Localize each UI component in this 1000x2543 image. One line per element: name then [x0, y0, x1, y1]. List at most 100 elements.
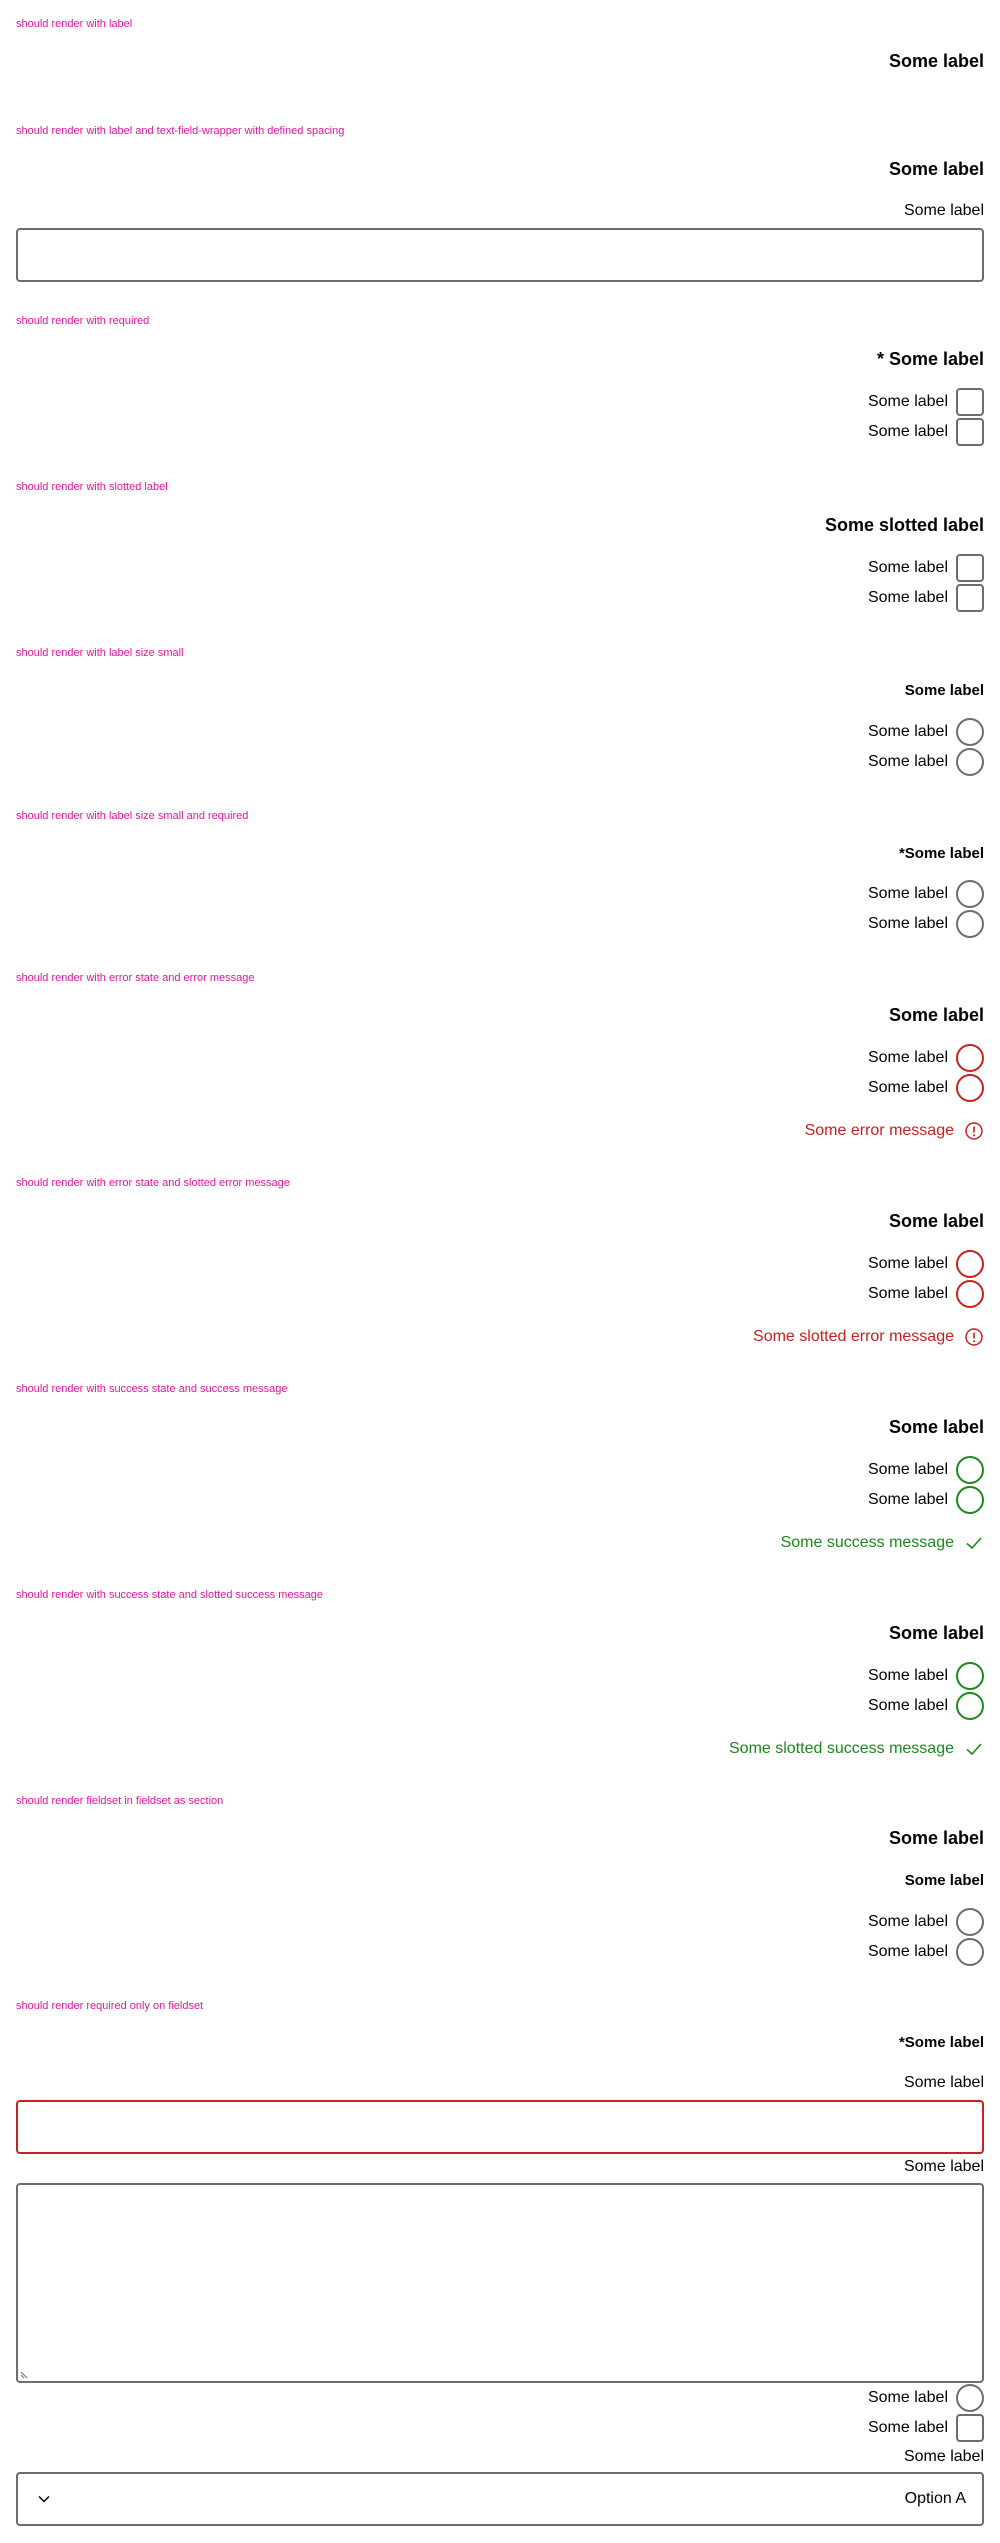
radio-button[interactable] [956, 1044, 984, 1072]
error-message: Some error message [805, 1119, 984, 1143]
radio-option[interactable]: Some label [868, 1044, 984, 1072]
chevron-down-icon [38, 2495, 50, 2503]
fieldset-legend: *Some label [898, 2034, 984, 2051]
fieldset-legend: Some label [888, 1828, 984, 1848]
radio-button[interactable] [956, 910, 984, 938]
radio-button[interactable] [956, 1692, 984, 1720]
radio-label: Some label [867, 1913, 948, 1930]
case-caption: should render with label size small and … [16, 810, 249, 822]
error-message-slotted: Some slotted error message [753, 1325, 984, 1349]
radio-option[interactable]: Some label [868, 748, 984, 776]
checkbox-label: Some label [867, 2419, 948, 2436]
radio-option[interactable]: Some label [868, 1908, 984, 1936]
success-message-slotted: Some slotted success message [729, 1737, 984, 1761]
fieldset-legend: Some label [904, 682, 984, 699]
textarea-input[interactable] [16, 2183, 984, 2383]
radio-option[interactable]: Some label [868, 2384, 984, 2412]
radio-button[interactable] [956, 1908, 984, 1936]
checkbox[interactable] [956, 2414, 984, 2442]
success-message-text: Some success message [780, 1534, 954, 1551]
radio-option[interactable]: Some label [868, 1456, 984, 1484]
select-label: Some label [903, 2448, 984, 2465]
checkbox[interactable] [956, 554, 984, 582]
radio-label: Some label [867, 1285, 948, 1302]
case-caption: should render with label [16, 18, 133, 30]
checkbox-option[interactable]: Some label [868, 388, 984, 416]
resize-grip-icon[interactable] [20, 2369, 30, 2379]
radio-button[interactable] [956, 1938, 984, 1966]
case-caption: should render with label size small [16, 647, 184, 659]
radio-label: Some label [867, 885, 948, 902]
select-value: Option A [904, 2490, 966, 2507]
case-caption: should render with required [16, 315, 150, 327]
nested-fieldset-legend: Some label [904, 1872, 984, 1889]
radio-button[interactable] [956, 1456, 984, 1484]
radio-button[interactable] [956, 2384, 984, 2412]
radio-button[interactable] [956, 1486, 984, 1514]
radio-label: Some label [867, 1697, 948, 1714]
exclamation-circle-icon [965, 1122, 983, 1140]
radio-label: Some label [867, 1943, 948, 1960]
case-caption: should render with label and text-field-… [16, 125, 345, 137]
radio-option[interactable]: Some label [868, 1250, 984, 1278]
success-message-text: Some slotted success message [729, 1740, 954, 1757]
fieldset-legend: * Some label [876, 349, 984, 369]
success-message: Some success message [781, 1531, 984, 1555]
text-field-label: Some label [903, 202, 984, 219]
radio-label: Some label [867, 1461, 948, 1478]
radio-option[interactable]: Some label [868, 1486, 984, 1514]
radio-button[interactable] [956, 1074, 984, 1102]
radio-option[interactable]: Some label [868, 1938, 984, 1966]
radio-option[interactable]: Some label [868, 718, 984, 746]
radio-label: Some label [867, 723, 948, 740]
fieldset-legend: Some label [888, 1005, 984, 1025]
radio-option[interactable]: Some label [868, 1074, 984, 1102]
checkbox[interactable] [956, 418, 984, 446]
checkmark-icon [966, 1743, 982, 1756]
radio-label: Some label [867, 753, 948, 770]
checkmark-icon [966, 1537, 982, 1550]
case-caption: should render with success state and suc… [16, 1383, 288, 1395]
checkbox-label: Some label [867, 393, 948, 410]
radio-option[interactable]: Some label [868, 1280, 984, 1308]
fieldset-legend-slotted: Some slotted label [824, 515, 984, 535]
radio-button[interactable] [956, 748, 984, 776]
error-message-text: Some error message [804, 1122, 954, 1139]
case-caption: should render with error state and error… [16, 972, 255, 984]
text-field-input[interactable] [16, 228, 984, 282]
text-field-label: Some label [903, 2074, 984, 2091]
radio-option[interactable]: Some label [868, 880, 984, 908]
error-message-text: Some slotted error message [753, 1328, 954, 1345]
fieldset-legend: *Some label [898, 845, 984, 862]
radio-option[interactable]: Some label [868, 1662, 984, 1690]
checkbox[interactable] [956, 584, 984, 612]
exclamation-circle-icon [965, 1328, 983, 1346]
checkbox[interactable] [956, 388, 984, 416]
radio-option[interactable]: Some label [868, 910, 984, 938]
checkbox-label: Some label [867, 423, 948, 440]
checkbox-option[interactable]: Some label [868, 2414, 984, 2442]
radio-label: Some label [867, 2389, 948, 2406]
checkbox-option[interactable]: Some label [868, 418, 984, 446]
checkbox-option[interactable]: Some label [868, 554, 984, 582]
radio-button[interactable] [956, 718, 984, 746]
radio-label: Some label [867, 1049, 948, 1066]
checkbox-option[interactable]: Some label [868, 584, 984, 612]
radio-label: Some label [867, 1255, 948, 1272]
select-field[interactable]: Option A [16, 2472, 984, 2526]
checkbox-label: Some label [867, 559, 948, 576]
case-caption: should render with slotted label [16, 481, 168, 493]
radio-button[interactable] [956, 1250, 984, 1278]
radio-label: Some label [867, 915, 948, 932]
radio-option[interactable]: Some label [868, 1692, 984, 1720]
fieldset-legend: Some label [888, 51, 984, 71]
fieldset-legend: Some label [888, 1417, 984, 1437]
case-caption: should render with success state and slo… [16, 1589, 323, 1601]
radio-button[interactable] [956, 1662, 984, 1690]
text-field-input[interactable] [16, 2100, 984, 2154]
radio-button[interactable] [956, 880, 984, 908]
radio-label: Some label [867, 1491, 948, 1508]
textarea-label: Some label [903, 2158, 984, 2175]
case-caption: should render required only on fieldset [16, 2000, 204, 2012]
radio-button[interactable] [956, 1280, 984, 1308]
